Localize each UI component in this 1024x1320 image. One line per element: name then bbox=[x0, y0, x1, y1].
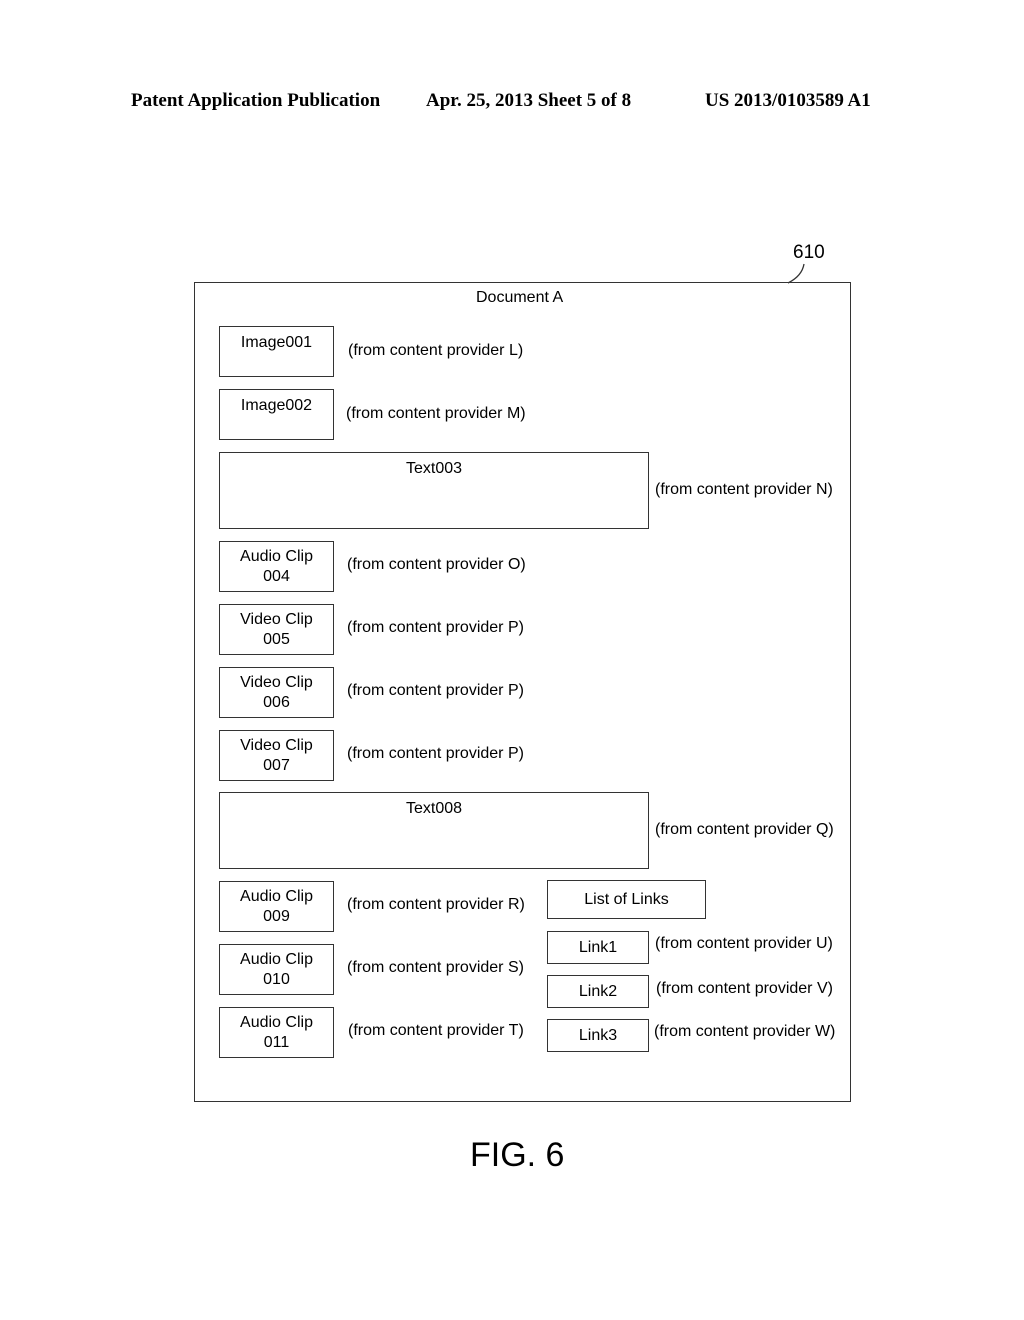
item-source: (from content provider R) bbox=[347, 896, 525, 913]
links-list-box: List of Links bbox=[547, 880, 706, 919]
item-source: (from content provider P) bbox=[347, 745, 524, 762]
link-source: (from content provider W) bbox=[654, 1023, 836, 1040]
item-label: Audio Clip 004 bbox=[240, 548, 313, 585]
item-label: Text008 bbox=[405, 800, 463, 817]
link-box-link3[interactable]: Link3 bbox=[547, 1019, 649, 1052]
item-source: (from content provider T) bbox=[348, 1022, 524, 1039]
item-label: Image001 bbox=[240, 334, 313, 351]
link-source: (from content provider V) bbox=[656, 980, 833, 997]
reference-numeral: 610 bbox=[793, 242, 825, 263]
item-box-audio011: Audio Clip 011 bbox=[219, 1007, 334, 1058]
item-box-audio009: Audio Clip 009 bbox=[219, 881, 334, 932]
item-label: Image002 bbox=[240, 397, 313, 414]
item-source: (from content provider P) bbox=[347, 619, 524, 636]
item-box-image002: Image002 bbox=[219, 389, 334, 440]
item-label: Audio Clip 011 bbox=[240, 1014, 313, 1051]
header-date-sheet: Apr. 25, 2013 Sheet 5 of 8 bbox=[426, 90, 632, 111]
item-box-video005: Video Clip 005 bbox=[219, 604, 334, 655]
item-label: Audio Clip 009 bbox=[240, 888, 313, 925]
link-label[interactable]: Link2 bbox=[579, 983, 617, 1000]
item-box-video007: Video Clip 007 bbox=[219, 730, 334, 781]
item-label: Audio Clip 010 bbox=[240, 951, 313, 988]
header-publication-type: Patent Application Publication bbox=[131, 90, 381, 111]
item-source: (from content provider P) bbox=[347, 682, 524, 699]
link-label[interactable]: Link3 bbox=[579, 1027, 617, 1044]
figure-label: FIG. 6 bbox=[470, 1136, 565, 1174]
item-label: Text003 bbox=[405, 460, 463, 477]
link-box-link1[interactable]: Link1 bbox=[547, 931, 649, 964]
document-title: Document A bbox=[476, 289, 564, 306]
item-source: (from content provider L) bbox=[348, 342, 524, 359]
item-source: (from content provider O) bbox=[347, 556, 526, 573]
link-source: (from content provider U) bbox=[655, 935, 833, 952]
item-box-video006: Video Clip 006 bbox=[219, 667, 334, 718]
link-label[interactable]: Link1 bbox=[579, 939, 617, 956]
item-box-text008: Text008 bbox=[219, 792, 649, 869]
item-label: Video Clip 007 bbox=[240, 737, 313, 774]
item-box-audio004: Audio Clip 004 bbox=[219, 541, 334, 592]
item-box-image001: Image001 bbox=[219, 326, 334, 377]
item-label: Video Clip 005 bbox=[240, 611, 313, 648]
item-label: Video Clip 006 bbox=[240, 674, 313, 711]
link-box-link2[interactable]: Link2 bbox=[547, 975, 649, 1008]
header-patent-number: US 2013/0103589 A1 bbox=[705, 90, 871, 111]
item-source: (from content provider M) bbox=[346, 405, 526, 422]
item-box-text003: Text003 bbox=[219, 452, 649, 529]
item-source: (from content provider S) bbox=[347, 959, 524, 976]
item-source: (from content provider N) bbox=[655, 481, 833, 498]
links-list-title: List of Links bbox=[584, 891, 669, 908]
item-box-audio010: Audio Clip 010 bbox=[219, 944, 334, 995]
item-source: (from content provider Q) bbox=[655, 821, 834, 838]
